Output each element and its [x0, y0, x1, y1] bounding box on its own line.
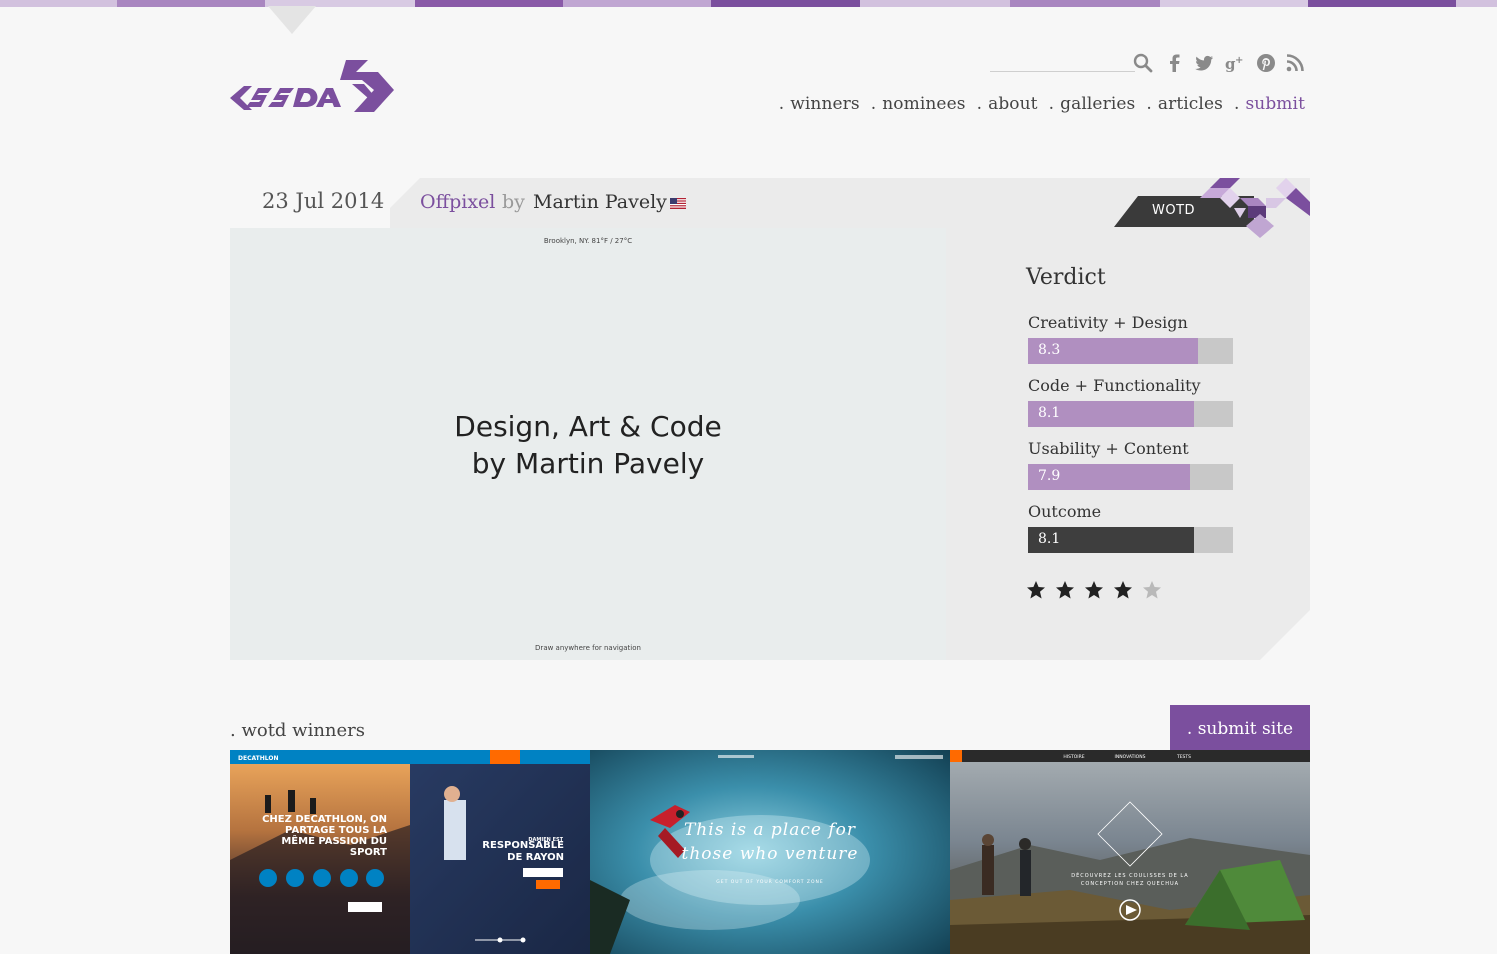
search-input[interactable] [990, 71, 1135, 72]
score-label-usability: Usability + Content [1028, 439, 1189, 458]
rss-icon[interactable] [1285, 53, 1305, 73]
decathlon-headline: CHEZ DECATHLON, ON PARTAGE TOUS LA MÊME … [262, 814, 387, 858]
score-value-code: 8.1 [1038, 405, 1061, 421]
score-bar-code: 8.1 [1028, 401, 1233, 427]
score-label-code: Code + Functionality [1028, 376, 1201, 395]
main-nav: . winners . nominees . about . galleries . ar… [768, 94, 1305, 114]
submit-site-button[interactable]: . submit site [1170, 705, 1310, 751]
score-value-outcome: 8.1 [1038, 531, 1061, 547]
top-color-strip [0, 0, 1497, 34]
svg-text:+: + [1235, 55, 1243, 66]
pinterest-icon[interactable] [1256, 53, 1276, 73]
kayak-sub: GET OUT OF YOUR COMFORT ZONE [716, 879, 824, 885]
search-icon[interactable] [1133, 53, 1153, 73]
star-empty-icon [1143, 581, 1161, 599]
score-bar-usability: 7.9 [1028, 464, 1233, 490]
score-bar-creativity: 8.3 [1028, 338, 1233, 364]
us-flag-icon [670, 198, 686, 209]
wotd-decoration [1200, 178, 1310, 238]
preview-hint: Draw anywhere for navigation [535, 644, 641, 652]
google-plus-icon[interactable]: g + [1225, 53, 1245, 73]
nav-winners[interactable]: . winners [779, 94, 860, 114]
facebook-icon[interactable] [1165, 53, 1185, 73]
nav-nominees[interactable]: . nominees [871, 94, 966, 114]
feature-by: by [502, 191, 525, 213]
decathlon-brand: DECATHLON [238, 755, 279, 762]
winner-thumb-quechua[interactable]: HISTOIRE INNOVATIONS TESTS DÉCOUVREZ LES… [950, 750, 1310, 954]
feature-site-title[interactable]: Offpixel [420, 191, 495, 213]
score-bar-outcome: 8.1 [1028, 527, 1233, 553]
preview-headline: Design, Art & Code by Martin Pavely [454, 410, 722, 480]
score-value-creativity: 8.3 [1038, 342, 1061, 358]
score-label-creativity: Creativity + Design [1028, 313, 1188, 332]
score-value-usability: 7.9 [1038, 468, 1061, 484]
feature-author[interactable]: Martin Pavely [533, 191, 667, 213]
panel-corner [1260, 610, 1310, 660]
star-filled-icon [1085, 581, 1103, 599]
star-filled-icon [1027, 581, 1045, 599]
wotd-winners-title: . wotd winners [230, 720, 366, 741]
nav-submit[interactable]: . submit [1234, 94, 1305, 114]
winner-thumb-kayak[interactable]: This is a place for those who venture ou… [590, 750, 950, 954]
nav-articles[interactable]: . articles [1146, 94, 1223, 114]
quechua-nav-3: TESTS [1176, 754, 1191, 760]
twitter-icon[interactable] [1194, 53, 1214, 73]
star-rating [1026, 580, 1162, 600]
star-filled-icon [1114, 581, 1132, 599]
feature-date: 23 Jul 2014 [262, 189, 385, 213]
quechua-nav-1: HISTOIRE [1063, 754, 1084, 760]
wotd-badge: WOTD [1152, 203, 1196, 218]
nav-galleries[interactable]: . galleries [1049, 94, 1136, 114]
star-filled-icon [1056, 581, 1074, 599]
kayak-tagline: This is a place for those who venture ou… [681, 820, 859, 864]
verdict-title: Verdict [1026, 265, 1106, 290]
score-label-outcome: Outcome [1028, 502, 1102, 521]
site-preview[interactable]: Brooklyn, NY. 81°F / 27°C Design, Art & … [230, 228, 946, 660]
quechua-caption: DÉCOUVREZ LES COULISSES DE LA CONCEPTION… [1071, 873, 1189, 887]
cssda-logo[interactable] [228, 58, 400, 116]
preview-weather: Brooklyn, NY. 81°F / 27°C [543, 237, 633, 245]
quechua-nav-2: INNOVATIONS [1115, 754, 1146, 760]
nav-about[interactable]: . about [977, 94, 1038, 114]
decathlon-role: RESPONSABLE DE RAYON [482, 840, 564, 863]
winner-thumb-decathlon[interactable]: DECATHLON CHEZ DECATHLON, ON PARTAGE TOU… [230, 750, 590, 954]
